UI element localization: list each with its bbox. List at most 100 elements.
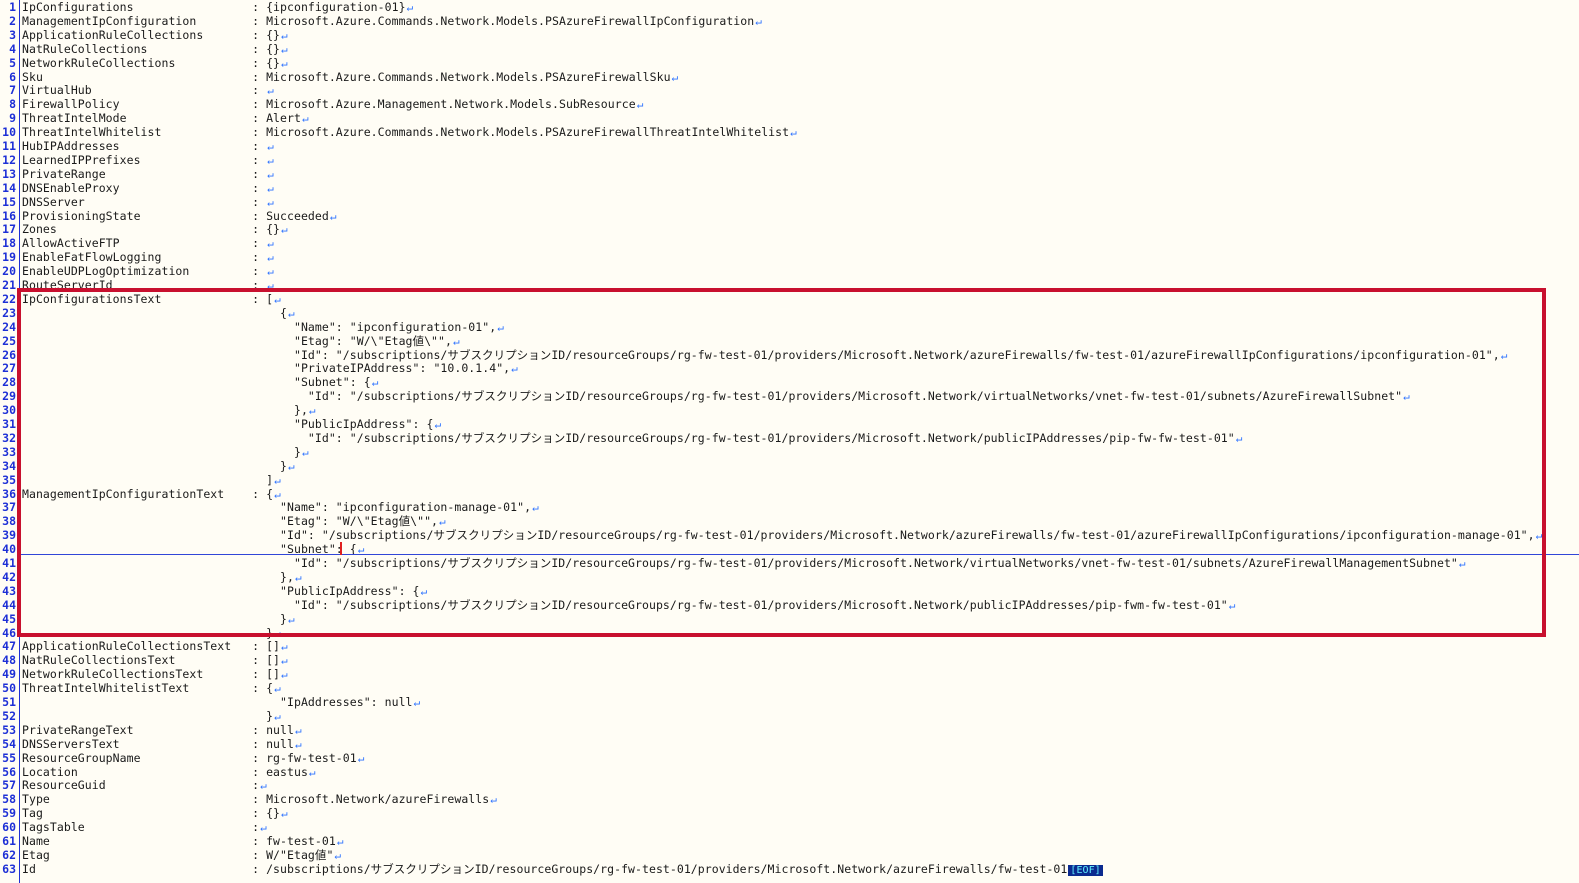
line-text[interactable]: DNSEnableProxy : ↵	[22, 181, 274, 196]
editor-line[interactable]: 54 DNSServersText : null↵	[0, 737, 1579, 751]
line-text[interactable]: Sku : Microsoft.Azure.Commands.Network.M…	[22, 70, 678, 85]
line-text[interactable]: PrivateRangeText : null↵	[22, 723, 302, 738]
editor-line[interactable]: 2 ManagementIpConfiguration : Microsoft.A…	[0, 14, 1579, 28]
line-text[interactable]: DNSServersText : null↵	[22, 737, 302, 752]
line-text[interactable]: ResourceGuid :↵	[22, 778, 267, 793]
editor-line[interactable]: 16 ProvisioningState : Succeeded↵	[0, 209, 1579, 223]
line-text[interactable]: EnableUDPLogOptimization : ↵	[22, 264, 274, 279]
line-text[interactable]: }↵	[22, 709, 281, 724]
editor-line[interactable]: 14 DNSEnableProxy : ↵	[0, 181, 1579, 195]
editor-line[interactable]: 11 HubIPAddresses : ↵	[0, 139, 1579, 153]
line-text[interactable]: ThreatIntelWhitelistText : {↵	[22, 681, 281, 696]
line-text[interactable]: NatRuleCollectionsText : []↵	[22, 653, 288, 668]
line-content: Location : eastus	[22, 764, 308, 779]
editor-line[interactable]: 3 ApplicationRuleCollections : {}↵	[0, 28, 1579, 42]
line-number: 1	[9, 0, 16, 14]
line-number: 10	[2, 125, 16, 140]
editor-line[interactable]: 6 Sku : Microsoft.Azure.Commands.Network.…	[0, 70, 1579, 84]
editor-line[interactable]: 56 Location : eastus↵	[0, 765, 1579, 779]
line-text[interactable]: TagsTable :↵	[22, 820, 267, 835]
line-text[interactable]: Type : Microsoft.Network/azureFirewalls↵	[22, 792, 497, 807]
editor-line[interactable]: 12 LearnedIPPrefixes : ↵	[0, 153, 1579, 167]
line-text[interactable]: Location : eastus↵	[22, 765, 316, 780]
line-number: 27	[2, 361, 16, 376]
line-text[interactable]: AllowActiveFTP : ↵	[22, 236, 274, 251]
line-text[interactable]: ProvisioningState : Succeeded↵	[22, 209, 337, 224]
line-text[interactable]: Id : /subscriptions/サブスクリプションID/resource…	[22, 862, 1103, 878]
editor-line[interactable]: 63 Id : /subscriptions/サブスクリプションID/resour…	[0, 862, 1579, 876]
editor-line[interactable]: 53 PrivateRangeText : null↵	[0, 723, 1579, 737]
line-text[interactable]: ApplicationRuleCollections : {}↵	[22, 28, 288, 43]
line-text[interactable]: Tag : {}↵	[22, 806, 288, 821]
line-number: 43	[2, 583, 16, 598]
line-number: 54	[2, 736, 16, 751]
line-text[interactable]: LearnedIPPrefixes : ↵	[22, 153, 274, 168]
highlight-annotation-box	[17, 288, 1546, 637]
line-content: ApplicationRuleCollections : {}	[22, 27, 281, 42]
line-content: ThreatIntelWhitelist : Microsoft.Azure.C…	[22, 125, 790, 140]
editor-line[interactable]: 62 Etag : W/"Etag値"↵	[0, 848, 1579, 862]
text-editor[interactable]: 1 IpConfigurations : {ipconfiguration-01}…	[0, 0, 1579, 883]
line-content: }	[22, 708, 274, 723]
editor-line[interactable]: 48 NatRuleCollectionsText : []↵	[0, 653, 1579, 667]
line-content: "IpAddresses": null	[22, 695, 413, 709]
editor-line[interactable]: 18 AllowActiveFTP : ↵	[0, 236, 1579, 250]
line-content: AllowActiveFTP :	[22, 236, 267, 251]
line-break-icon: ↵	[267, 84, 274, 98]
line-text[interactable]: NatRuleCollections : {}↵	[22, 42, 288, 57]
line-text[interactable]: HubIPAddresses : ↵	[22, 139, 274, 154]
line-text[interactable]: PrivateRange : ↵	[22, 167, 274, 182]
editor-line[interactable]: 52 }↵	[0, 709, 1579, 723]
line-content: NetworkRuleCollectionsText : []	[22, 667, 281, 682]
editor-line[interactable]: 47 ApplicationRuleCollectionsText : []↵	[0, 639, 1579, 653]
line-content: NatRuleCollections : {}	[22, 41, 281, 56]
editor-line[interactable]: 4 NatRuleCollections : {}↵	[0, 42, 1579, 56]
editor-line[interactable]: 19 EnableFatFlowLogging : ↵	[0, 250, 1579, 264]
line-text[interactable]: "IpAddresses": null↵	[22, 695, 420, 710]
line-number: 13	[2, 166, 16, 181]
editor-line[interactable]: 60 TagsTable :↵	[0, 820, 1579, 834]
editor-line[interactable]: 58 Type : Microsoft.Network/azureFirewall…	[0, 792, 1579, 806]
line-number: 8	[9, 97, 16, 112]
line-text[interactable]: EnableFatFlowLogging : ↵	[22, 250, 274, 265]
line-break-icon: ↵	[267, 195, 274, 209]
line-text[interactable]: ThreatIntelWhitelist : Microsoft.Azure.C…	[22, 125, 797, 140]
editor-line[interactable]: 51 "IpAddresses": null↵	[0, 695, 1579, 709]
line-text[interactable]: ResourceGroupName : rg-fw-test-01↵	[22, 751, 364, 766]
line-number: 30	[2, 403, 16, 418]
editor-line[interactable]: 5 NetworkRuleCollections : {}↵	[0, 56, 1579, 70]
line-number: 18	[2, 236, 16, 251]
line-text[interactable]: IpConfigurations : {ipconfiguration-01}↵	[22, 0, 413, 15]
line-text[interactable]: DNSServer : ↵	[22, 195, 274, 210]
editor-line[interactable]: 9 ThreatIntelMode : Alert↵	[0, 111, 1579, 125]
editor-line[interactable]: 55 ResourceGroupName : rg-fw-test-01↵	[0, 751, 1579, 765]
editor-line[interactable]: 49 NetworkRuleCollectionsText : []↵	[0, 667, 1579, 681]
line-text[interactable]: Zones : {}↵	[22, 222, 288, 237]
editor-line[interactable]: 57 ResourceGuid :↵	[0, 778, 1579, 792]
line-text[interactable]: ApplicationRuleCollectionsText : []↵	[22, 639, 288, 654]
editor-line[interactable]: 8 FirewallPolicy : Microsoft.Azure.Manage…	[0, 97, 1579, 111]
line-number: 16	[2, 208, 16, 223]
editor-line[interactable]: 50 ThreatIntelWhitelistText : {↵	[0, 681, 1579, 695]
editor-line[interactable]: 1 IpConfigurations : {ipconfiguration-01}…	[0, 0, 1579, 14]
line-text[interactable]: ThreatIntelMode : Alert↵	[22, 111, 309, 126]
editor-line[interactable]: 10 ThreatIntelWhitelist : Microsoft.Azure…	[0, 125, 1579, 139]
line-number: 28	[2, 375, 16, 390]
line-number: 33	[2, 444, 16, 459]
line-text[interactable]: ManagementIpConfiguration : Microsoft.Az…	[22, 14, 762, 29]
editor-line[interactable]: 13 PrivateRange : ↵	[0, 167, 1579, 181]
line-text[interactable]: NetworkRuleCollectionsText : []↵	[22, 667, 288, 682]
line-break-icon: ↵	[274, 709, 281, 723]
line-text[interactable]: NetworkRuleCollections : {}↵	[22, 56, 288, 71]
editor-line[interactable]: 7 VirtualHub : ↵	[0, 83, 1579, 97]
editor-line[interactable]: 61 Name : fw-test-01↵	[0, 834, 1579, 848]
editor-line[interactable]: 20 EnableUDPLogOptimization : ↵	[0, 264, 1579, 278]
editor-line[interactable]: 17 Zones : {}↵	[0, 222, 1579, 236]
line-text[interactable]: FirewallPolicy : Microsoft.Azure.Managem…	[22, 97, 643, 112]
line-text[interactable]: Etag : W/"Etag値"↵	[22, 848, 341, 863]
line-text[interactable]: Name : fw-test-01↵	[22, 834, 344, 849]
line-break-icon: ↵	[281, 42, 288, 56]
line-text[interactable]: VirtualHub : ↵	[22, 83, 274, 98]
editor-line[interactable]: 59 Tag : {}↵	[0, 806, 1579, 820]
editor-line[interactable]: 15 DNSServer : ↵	[0, 195, 1579, 209]
